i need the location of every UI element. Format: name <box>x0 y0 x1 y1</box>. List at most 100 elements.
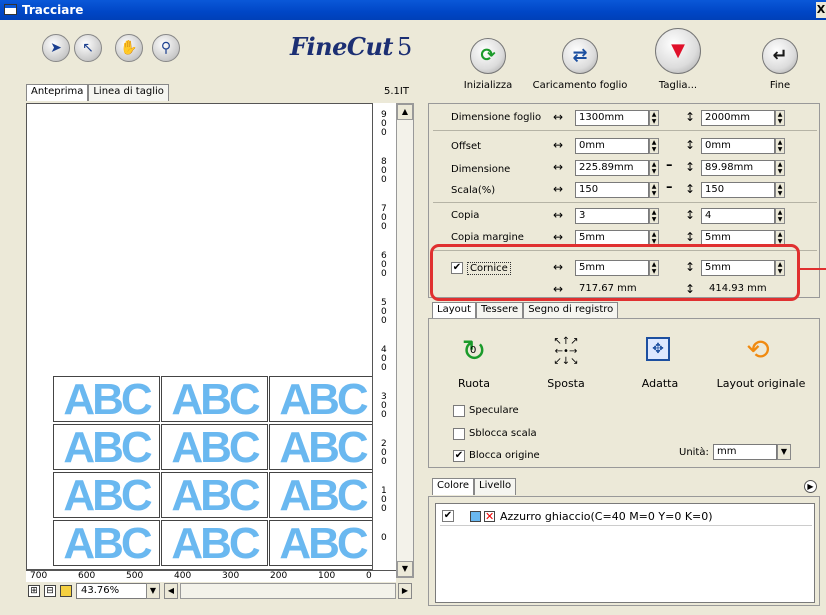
preview-cell[interactable]: ABC <box>53 520 160 566</box>
horizontal-arrow-icon: ↔ <box>553 138 564 152</box>
dimension-y-spinner[interactable]: ▲ ▼ <box>775 160 785 176</box>
preview-cell[interactable]: ABC <box>269 472 376 518</box>
horizontal-scrollbar[interactable] <box>180 583 396 599</box>
tab-tessere[interactable]: Tessere <box>476 302 524 319</box>
vertical-arrow-icon: ↕ <box>685 160 696 174</box>
divider <box>433 130 817 131</box>
preview-cell[interactable]: ABC <box>269 376 376 422</box>
swap-arrows-icon: ⇄ <box>562 38 598 74</box>
vruler-label: 6 0 0 <box>381 251 387 279</box>
original-layout-icon[interactable]: ⟲ <box>741 335 775 367</box>
scale-x-spinner[interactable]: ▲ ▼ <box>649 182 659 198</box>
unit-dropdown-icon[interactable]: ▼ <box>777 444 791 460</box>
load-sheet-label: Caricamento foglio <box>532 80 628 91</box>
horizontal-arrow-icon: ↔ <box>553 230 564 244</box>
offset-x-spinner[interactable]: ▲ ▼ <box>649 138 659 154</box>
offset-y-input[interactable]: 0mm <box>701 138 775 154</box>
tab-linea-di-taglio[interactable]: Linea di taglio <box>88 84 169 101</box>
preview-tabs: Anteprima Linea di taglio <box>26 84 169 102</box>
initialize-label: Inizializza <box>463 80 513 91</box>
unit-label: Unità: <box>679 447 709 458</box>
move-arrows-icon[interactable]: ↖↑↗ ←•→ ↙↓↘ <box>551 337 581 367</box>
tab-segno-di-registro[interactable]: Segno di registro <box>523 302 619 319</box>
highlight-icon[interactable] <box>60 585 72 597</box>
sheet-width-input[interactable]: 1300mm <box>575 110 649 126</box>
copy-margin-label: Copia margine <box>451 232 524 243</box>
original-layout-label: Layout originale <box>716 377 806 390</box>
vruler-label: 5 0 0 <box>381 298 387 326</box>
vruler-label: 4 0 0 <box>381 345 387 373</box>
sheet-height-input[interactable]: 2000mm <box>701 110 775 126</box>
unlock-scale-checkbox[interactable] <box>453 428 465 440</box>
dimension-y-input[interactable]: 89.98mm <box>701 160 775 176</box>
refresh-icon: ⟳ <box>470 38 506 74</box>
dimension-x-spinner[interactable]: ▲ ▼ <box>649 160 659 176</box>
zoom-tool-button[interactable]: ⚲ <box>152 34 180 62</box>
hruler-label: 0 <box>366 571 372 581</box>
copy-x-spinner[interactable]: ▲ ▼ <box>649 208 659 224</box>
vertical-arrow-icon: ↕ <box>685 110 696 124</box>
hand-tool-button[interactable]: ✋ <box>115 34 143 62</box>
scroll-up-button[interactable]: ▲ <box>397 104 413 120</box>
initialize-button[interactable]: ⟳ Inizializza <box>458 38 518 91</box>
preview-cell[interactable]: ABC <box>161 520 268 566</box>
scale-y-input[interactable]: 150 <box>701 182 775 198</box>
preview-cell[interactable]: ABC <box>269 520 376 566</box>
sheet-width-spinner[interactable]: ▲ ▼ <box>649 110 659 126</box>
dimension-x-input[interactable]: 225.89mm <box>575 160 649 176</box>
finish-button[interactable]: ↵ Fine <box>752 38 808 91</box>
select-tool-button[interactable]: ➤ <box>42 34 70 62</box>
copy-y-input[interactable]: 4 <box>701 208 775 224</box>
panel-menu-icon[interactable]: ▶ <box>804 480 817 493</box>
hruler-label: 300 <box>222 571 240 581</box>
fit-page-icon[interactable]: ⊟ <box>44 585 56 597</box>
divider <box>433 202 817 203</box>
color-item-label: Azzurro ghiaccio(C=40 M=0 Y=0 K=0) <box>500 510 713 523</box>
rotate-button[interactable]: ↻ 0 <box>453 337 495 367</box>
preview-cell[interactable]: ABC <box>161 376 268 422</box>
load-sheet-button[interactable]: ⇄ Caricamento foglio <box>528 38 632 91</box>
dimension-label: Dimensione <box>451 164 511 175</box>
layout-panel: ↻ 0 Ruota ↖↑↗ ←•→ ↙↓↘ Sposta ✥ Adatta ⟲ La… <box>428 318 820 468</box>
preview-cell[interactable]: ABC <box>269 424 376 470</box>
unlock-scale-label: Sblocca scala <box>469 428 537 439</box>
color-item-checkbox[interactable]: ✔ <box>442 510 454 522</box>
preview-cell[interactable]: ABC <box>53 376 160 422</box>
fit-icon[interactable]: ✥ <box>646 337 670 361</box>
tab-colore[interactable]: Colore <box>432 478 475 495</box>
close-button[interactable]: X <box>816 2 826 18</box>
tab-livello[interactable]: Livello <box>474 478 517 495</box>
scroll-left-button[interactable]: ◀ <box>164 583 178 599</box>
preview-cell[interactable]: ABC <box>161 424 268 470</box>
mirror-checkbox[interactable] <box>453 405 465 417</box>
zoom-dropdown-icon[interactable]: ▼ <box>146 583 160 599</box>
scroll-right-button[interactable]: ▶ <box>398 583 412 599</box>
color-list-item[interactable]: ✔ ✕ Azzurro ghiaccio(C=40 M=0 Y=0 K=0) <box>440 508 812 526</box>
fit-all-icon[interactable]: ⊞ <box>28 585 40 597</box>
sheet-size-label: Dimensione foglio <box>451 112 542 123</box>
preview-cell[interactable]: ABC <box>53 424 160 470</box>
pointer-tool-button[interactable]: ↖ <box>74 34 102 62</box>
copy-y-spinner[interactable]: ▲ ▼ <box>775 208 785 224</box>
scale-y-spinner[interactable]: ▲ ▼ <box>775 182 785 198</box>
copy-x-input[interactable]: 3 <box>575 208 649 224</box>
scale-x-input[interactable]: 150 <box>575 182 649 198</box>
vruler-label: 0 <box>381 533 387 543</box>
preview-canvas[interactable]: ABC ABC ABC ABC ABC ABC ABC ABC ABC ABC ABC ABC <box>26 103 400 570</box>
cut-button[interactable]: ▼ Taglia... <box>648 28 708 91</box>
tab-layout[interactable]: Layout <box>432 302 476 319</box>
preview-cell[interactable]: ABC <box>53 472 160 518</box>
return-arrow-icon: ↵ <box>762 38 798 74</box>
tab-anteprima[interactable]: Anteprima <box>26 84 89 101</box>
scroll-down-button[interactable]: ▼ <box>397 561 413 577</box>
sheet-height-spinner[interactable]: ▲ ▼ <box>775 110 785 126</box>
offset-x-input[interactable]: 0mm <box>575 138 649 154</box>
horizontal-arrow-icon: ↔ <box>553 208 564 222</box>
lock-origin-checkbox[interactable]: ✔ <box>453 450 465 462</box>
finish-label: Fine <box>769 80 791 91</box>
vertical-scrollbar[interactable]: ▲ ▼ <box>396 103 414 578</box>
unit-select[interactable]: mm <box>713 444 777 460</box>
toolbar: ➤ ↖ ✋ ⚲ FineCut 5 <box>0 20 424 84</box>
preview-cell[interactable]: ABC <box>161 472 268 518</box>
offset-y-spinner[interactable]: ▲ ▼ <box>775 138 785 154</box>
